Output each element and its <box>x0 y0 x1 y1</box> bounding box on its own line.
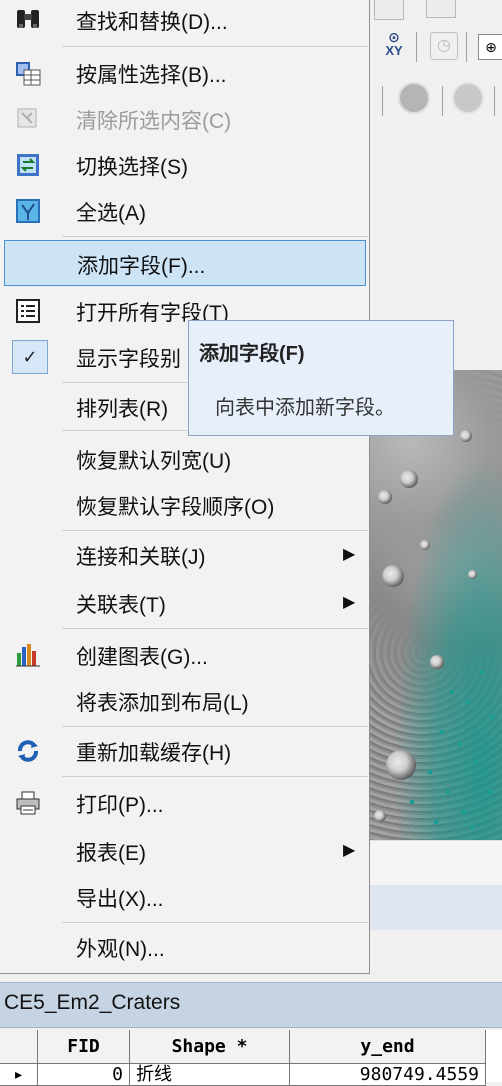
menu-item-restore-column-widths[interactable]: 恢复默认列宽(U) <box>0 436 368 482</box>
menu-item-label: 恢复默认字段顺序(O) <box>76 496 275 519</box>
background-band <box>370 885 502 930</box>
table-options-menu: 查找和替换(D)... 按属性选择(B)... 清除所选内容(C) 切换选择(S… <box>0 0 370 974</box>
zoom-button[interactable]: ⊕ <box>478 34 502 60</box>
menu-item-label: 查找和替换(D)... <box>76 11 228 34</box>
menu-item-label: 恢复默认列宽(U) <box>76 450 232 473</box>
map-raster[interactable] <box>370 370 502 840</box>
attribute-table: FID Shape * y_end ▸ 0 折线 980749.4559 <box>0 1030 502 1086</box>
submenu-arrow-icon: ▶ <box>343 594 356 611</box>
menu-item-select-all[interactable]: 全选(A) <box>0 188 368 234</box>
goto-xy-button[interactable]: ⊙ XY <box>378 30 410 62</box>
background-panel <box>370 840 502 886</box>
menu-item-label: 外观(N)... <box>76 938 165 961</box>
menu-item-label: 添加字段(F)... <box>77 255 206 278</box>
menu-item-label: 重新加载缓存(H) <box>76 742 232 765</box>
menu-item-reports[interactable]: 报表(E) ▶ <box>0 828 368 874</box>
list-icon <box>14 297 42 325</box>
xy-label: XY <box>385 43 403 58</box>
submenu-arrow-icon: ▶ <box>343 546 356 563</box>
submenu-arrow-icon: ▶ <box>343 842 356 859</box>
menu-item-related-tables[interactable]: 关联表(T) ▶ <box>0 580 368 626</box>
menu-item-select-by-attributes[interactable]: 按属性选择(B)... <box>0 50 368 96</box>
cell-y-end[interactable]: 980749.4559 <box>290 1064 486 1086</box>
menu-item-switch-selection[interactable]: 切换选择(S) <box>0 142 368 188</box>
tooltip-description: 向表中添加新字段。 <box>215 397 395 419</box>
menu-item-print[interactable]: 打印(P)... <box>0 780 368 826</box>
select-by-attributes-icon <box>14 59 42 87</box>
menu-item-label: 关联表(T) <box>76 594 166 617</box>
row-selector[interactable]: ▸ <box>0 1064 38 1086</box>
add-field-tooltip: 添加字段(F) 向表中添加新字段。 <box>188 320 454 436</box>
menu-item-add-table-to-layout[interactable]: 将表添加到布局(L) <box>0 678 368 724</box>
binoculars-icon <box>14 6 42 34</box>
clear-selection-icon <box>14 105 42 133</box>
refresh-icon <box>14 737 42 765</box>
menu-item-create-graph[interactable]: 创建图表(G)... <box>0 632 368 678</box>
menu-item-label: 清除所选内容(C) <box>76 110 232 133</box>
menu-item-label: 打印(P)... <box>76 794 164 817</box>
printer-icon <box>14 789 42 817</box>
menu-item-find-replace[interactable]: 查找和替换(D)... <box>0 0 368 46</box>
menu-item-label: 创建图表(G)... <box>76 646 208 669</box>
background-toolbar: ⊙ XY ◷ ⊕ <box>370 0 502 128</box>
switch-selection-icon <box>14 151 42 179</box>
menu-item-label: 按属性选择(B)... <box>76 64 227 87</box>
menu-item-restore-field-order[interactable]: 恢复默认字段顺序(O) <box>0 482 368 528</box>
info-icon[interactable] <box>398 82 430 114</box>
menu-item-label: 导出(X)... <box>76 888 164 911</box>
menu-item-label: 将表添加到布局(L) <box>76 692 249 715</box>
menu-item-export[interactable]: 导出(X)... <box>0 874 368 920</box>
cell-fid[interactable]: 0 <box>38 1064 130 1086</box>
column-header-fid[interactable]: FID <box>38 1030 130 1064</box>
row-selector-header[interactable] <box>0 1030 38 1064</box>
toolbar-button[interactable] <box>426 0 456 18</box>
bar-chart-icon <box>14 641 42 669</box>
menu-item-clear-selection[interactable]: 清除所选内容(C) <box>0 96 368 142</box>
table-window-title: CE5_Em2_Craters <box>0 982 502 1028</box>
toolbar-button[interactable] <box>374 0 404 20</box>
menu-item-label: 显示字段别 <box>76 348 181 371</box>
column-header-shape[interactable]: Shape * <box>130 1030 290 1064</box>
select-all-icon <box>14 197 42 225</box>
menu-item-reload-cache[interactable]: 重新加载缓存(H) <box>0 728 368 774</box>
menu-item-add-field[interactable]: 添加字段(F)... <box>4 240 366 286</box>
cell-shape[interactable]: 折线 <box>130 1064 290 1086</box>
menu-item-joins-relates[interactable]: 连接和关联(J) ▶ <box>0 532 368 578</box>
menu-item-label: 全选(A) <box>76 202 146 225</box>
menu-item-label: 切换选择(S) <box>76 156 188 179</box>
clock-icon[interactable]: ◷ <box>430 32 458 60</box>
globe-icon[interactable] <box>452 82 484 114</box>
menu-item-label: 排列表(R) <box>76 398 169 421</box>
target-icon: ⊙ <box>388 29 400 45</box>
menu-item-label: 报表(E) <box>76 842 146 865</box>
tooltip-title: 添加字段(F) <box>199 343 305 365</box>
column-header-y-end[interactable]: y_end <box>290 1030 486 1064</box>
checkbox-checked-icon: ✓ <box>12 340 48 374</box>
menu-item-appearance[interactable]: 外观(N)... <box>0 924 368 970</box>
menu-item-label: 连接和关联(J) <box>76 546 206 569</box>
table-title: CE5_Em2_Craters <box>4 991 181 1014</box>
